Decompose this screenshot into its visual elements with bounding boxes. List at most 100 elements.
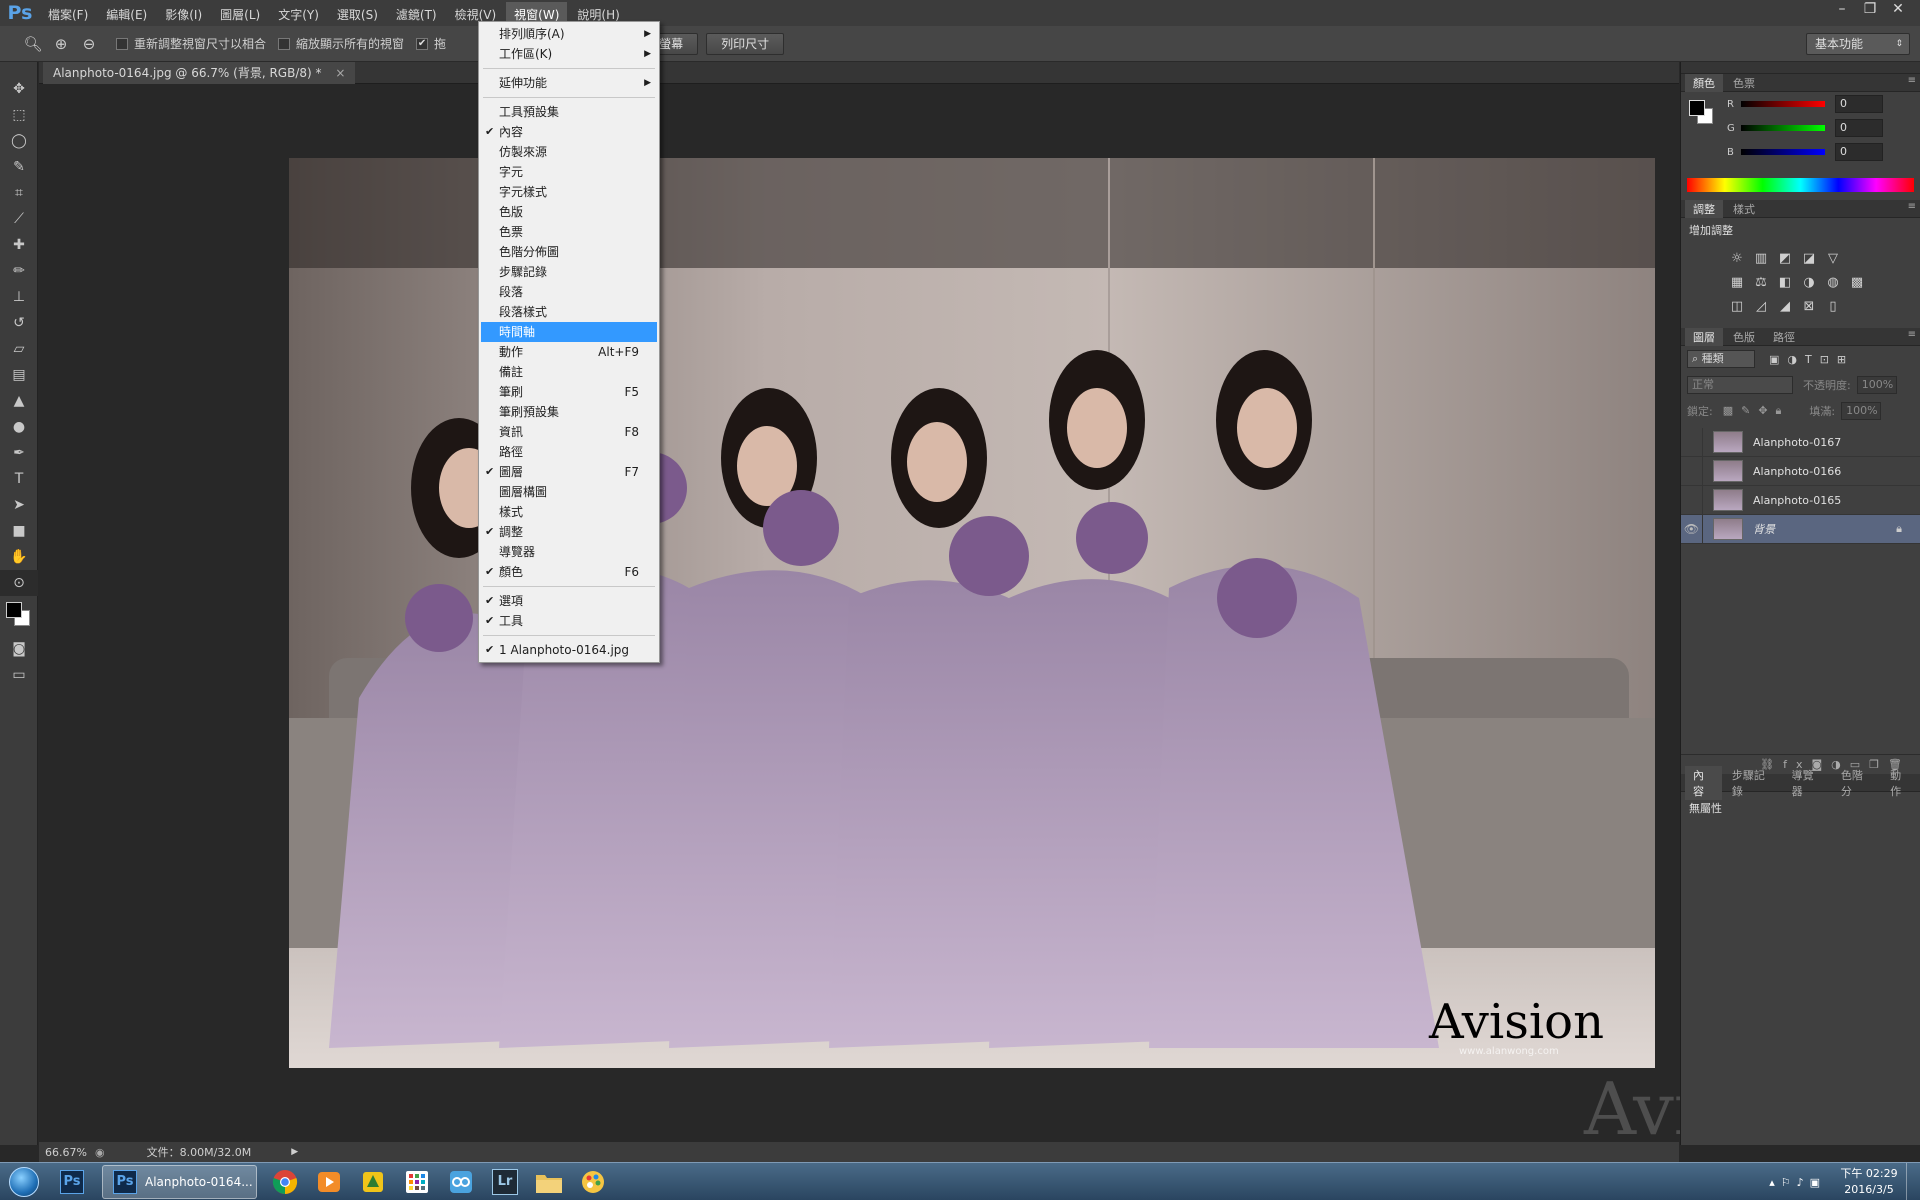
layer-row[interactable]: Alanphoto-0165 [1681, 485, 1920, 515]
lasso-tool-icon[interactable]: ◯ [0, 128, 38, 154]
window-menu-item[interactable]: 導覽器 [481, 542, 657, 562]
history-brush-tool-icon[interactable]: ↺ [0, 310, 38, 336]
panel-menu-icon[interactable]: ≡ [1908, 75, 1916, 86]
close-button[interactable]: ✕ [1884, 0, 1912, 18]
blue-value[interactable]: 0 [1835, 143, 1883, 161]
zoom-tool-icon[interactable]: 🔍︎ [20, 31, 46, 57]
tab-layers[interactable]: 圖層 [1685, 327, 1723, 346]
document-tab[interactable]: Alanphoto-0164.jpg @ 66.7% (背景, RGB/8) *… [43, 62, 356, 84]
eyedropper-tool-icon[interactable]: ⟋ [0, 206, 38, 232]
tray-icons[interactable]: ▴⚐♪▣ [1769, 1176, 1826, 1189]
hue-saturation-icon[interactable]: ▦ [1727, 272, 1747, 294]
color-fg-swatch[interactable] [1689, 100, 1705, 116]
tab-channels[interactable]: 色版 [1725, 328, 1763, 346]
zoom-in-icon[interactable]: ⊕ [48, 31, 74, 57]
panel-menu-icon[interactable]: ≡ [1908, 201, 1916, 212]
black-white-icon[interactable]: ◧ [1775, 272, 1795, 294]
dodge-tool-icon[interactable]: ● [0, 414, 38, 440]
minimize-button[interactable]: – [1828, 0, 1856, 18]
photo-filter-icon[interactable]: ◑ [1799, 272, 1819, 294]
window-menu-item[interactable]: 工具預設集 [481, 102, 657, 122]
scrubby-zoom-checkbox[interactable]: ✔ 拖 [416, 35, 446, 52]
marquee-tool-icon[interactable]: ⬚ [0, 102, 38, 128]
window-menu-item[interactable]: ✔ 調整 [481, 522, 657, 542]
window-menu-item[interactable]: 仿製來源 [481, 142, 657, 162]
brightness-icon[interactable]: ☼ [1727, 248, 1747, 270]
path-select-tool-icon[interactable]: ➤ [0, 492, 38, 518]
show-desktop-button[interactable] [1906, 1163, 1920, 1200]
posterize-icon[interactable]: ◿ [1751, 296, 1771, 318]
checkbox-box-checked[interactable]: ✔ [416, 37, 429, 50]
window-menu-item[interactable]: ✔ 1 Alanphoto-0164.jpg [481, 640, 657, 660]
shape-tool-icon[interactable]: ■ [0, 518, 38, 544]
blue-slider[interactable]: B0 [1681, 140, 1920, 164]
menu-type[interactable]: 文字(Y) [270, 2, 327, 25]
status-info-icon[interactable]: ◉ [95, 1146, 105, 1159]
vibrance-icon[interactable]: ▽ [1823, 248, 1843, 270]
tab-paths[interactable]: 路徑 [1765, 328, 1803, 346]
move-tool-icon[interactable]: ✥ [0, 76, 38, 102]
menu-select[interactable]: 選取(S) [329, 2, 386, 25]
window-menu-item[interactable]: 樣式 [481, 502, 657, 522]
layer-filter-select[interactable]: ⌕ 種類 [1687, 350, 1755, 368]
window-menu-item[interactable]: ✔ 圖層 F7 [481, 462, 657, 482]
red-value[interactable]: 0 [1835, 95, 1883, 113]
chrome-icon[interactable] [267, 1167, 303, 1197]
blue-ramp[interactable] [1741, 149, 1825, 155]
menu-layer[interactable]: 圖層(L) [212, 2, 268, 25]
paint-icon[interactable] [575, 1167, 611, 1197]
menu-image[interactable]: 影像(I) [157, 2, 210, 25]
red-slider[interactable]: R0 [1681, 92, 1920, 116]
media-player-icon[interactable] [311, 1167, 347, 1197]
type-tool-icon[interactable]: T [0, 466, 38, 492]
foreground-color[interactable] [6, 602, 22, 618]
zoom-level[interactable]: 66.67% [45, 1146, 87, 1159]
window-menu-item[interactable]: ✔ 顏色 F6 [481, 562, 657, 582]
threshold-icon[interactable]: ◢ [1775, 296, 1795, 318]
tab-navigator[interactable]: 導覽器 [1784, 766, 1831, 800]
tab-styles[interactable]: 樣式 [1725, 200, 1763, 218]
visibility-toggle[interactable] [1681, 456, 1703, 486]
fill-input[interactable]: 100% [1841, 402, 1882, 420]
tab-color[interactable]: 顏色 [1685, 73, 1723, 92]
lock-icons[interactable]: ▩✎✥🔒︎ [1723, 404, 1790, 418]
map-app-icon[interactable] [355, 1167, 391, 1197]
status-arrow-icon[interactable]: ▶ [291, 1147, 298, 1157]
menu-edit[interactable]: 編輯(E) [98, 2, 155, 25]
lightroom-icon[interactable]: Lr [487, 1167, 523, 1197]
color-swatches[interactable] [0, 596, 37, 636]
tab-properties[interactable]: 內容 [1685, 765, 1722, 800]
menu-item-highlighted[interactable]: 時間軸 [481, 322, 657, 342]
layer-row[interactable]: Alanphoto-0166 [1681, 456, 1920, 486]
tab-actions[interactable]: 動作 [1882, 766, 1919, 800]
window-menu-item[interactable]: 色階分佈圖 [481, 242, 657, 262]
print-size-button[interactable]: 列印尺寸 [706, 32, 785, 55]
levels-icon[interactable]: ▥ [1751, 248, 1771, 270]
invert-icon[interactable]: ◫ [1727, 296, 1747, 318]
window-menu-item[interactable]: 圖層構圖 [481, 482, 657, 502]
window-menu-item[interactable]: 筆刷預設集 [481, 402, 657, 422]
restore-button[interactable]: ❐ [1856, 0, 1884, 18]
selective-color-icon[interactable]: ⊠ [1799, 296, 1819, 318]
window-menu-item[interactable]: 段落 [481, 282, 657, 302]
quick-mask-icon[interactable]: ◙ [0, 636, 38, 662]
gradient-tool-icon[interactable]: ▤ [0, 362, 38, 388]
window-menu-item[interactable]: 筆刷 F5 [481, 382, 657, 402]
spectrum-bar[interactable] [1687, 178, 1914, 192]
window-menu-item[interactable]: 字元 [481, 162, 657, 182]
tab-adjustments[interactable]: 調整 [1685, 199, 1723, 218]
checkbox-box[interactable] [278, 37, 291, 50]
crop-tool-icon[interactable]: ⌗ [0, 180, 38, 206]
window-menu-item[interactable]: 延伸功能 ▶ [481, 73, 657, 93]
menu-filter[interactable]: 濾鏡(T) [388, 2, 445, 25]
blend-mode-select[interactable]: 正常 [1687, 376, 1793, 394]
healing-brush-tool-icon[interactable]: ✚ [0, 232, 38, 258]
window-menu-item[interactable]: 段落樣式 [481, 302, 657, 322]
green-ramp[interactable] [1741, 125, 1825, 131]
green-slider[interactable]: G0 [1681, 116, 1920, 140]
color-balance-icon[interactable]: ⚖ [1751, 272, 1771, 294]
checkbox-box[interactable] [116, 37, 128, 50]
window-menu-item[interactable]: 路徑 [481, 442, 657, 462]
window-menu-item[interactable]: ✔ 工具 [481, 611, 657, 631]
tab-swatches[interactable]: 色票 [1725, 74, 1763, 92]
